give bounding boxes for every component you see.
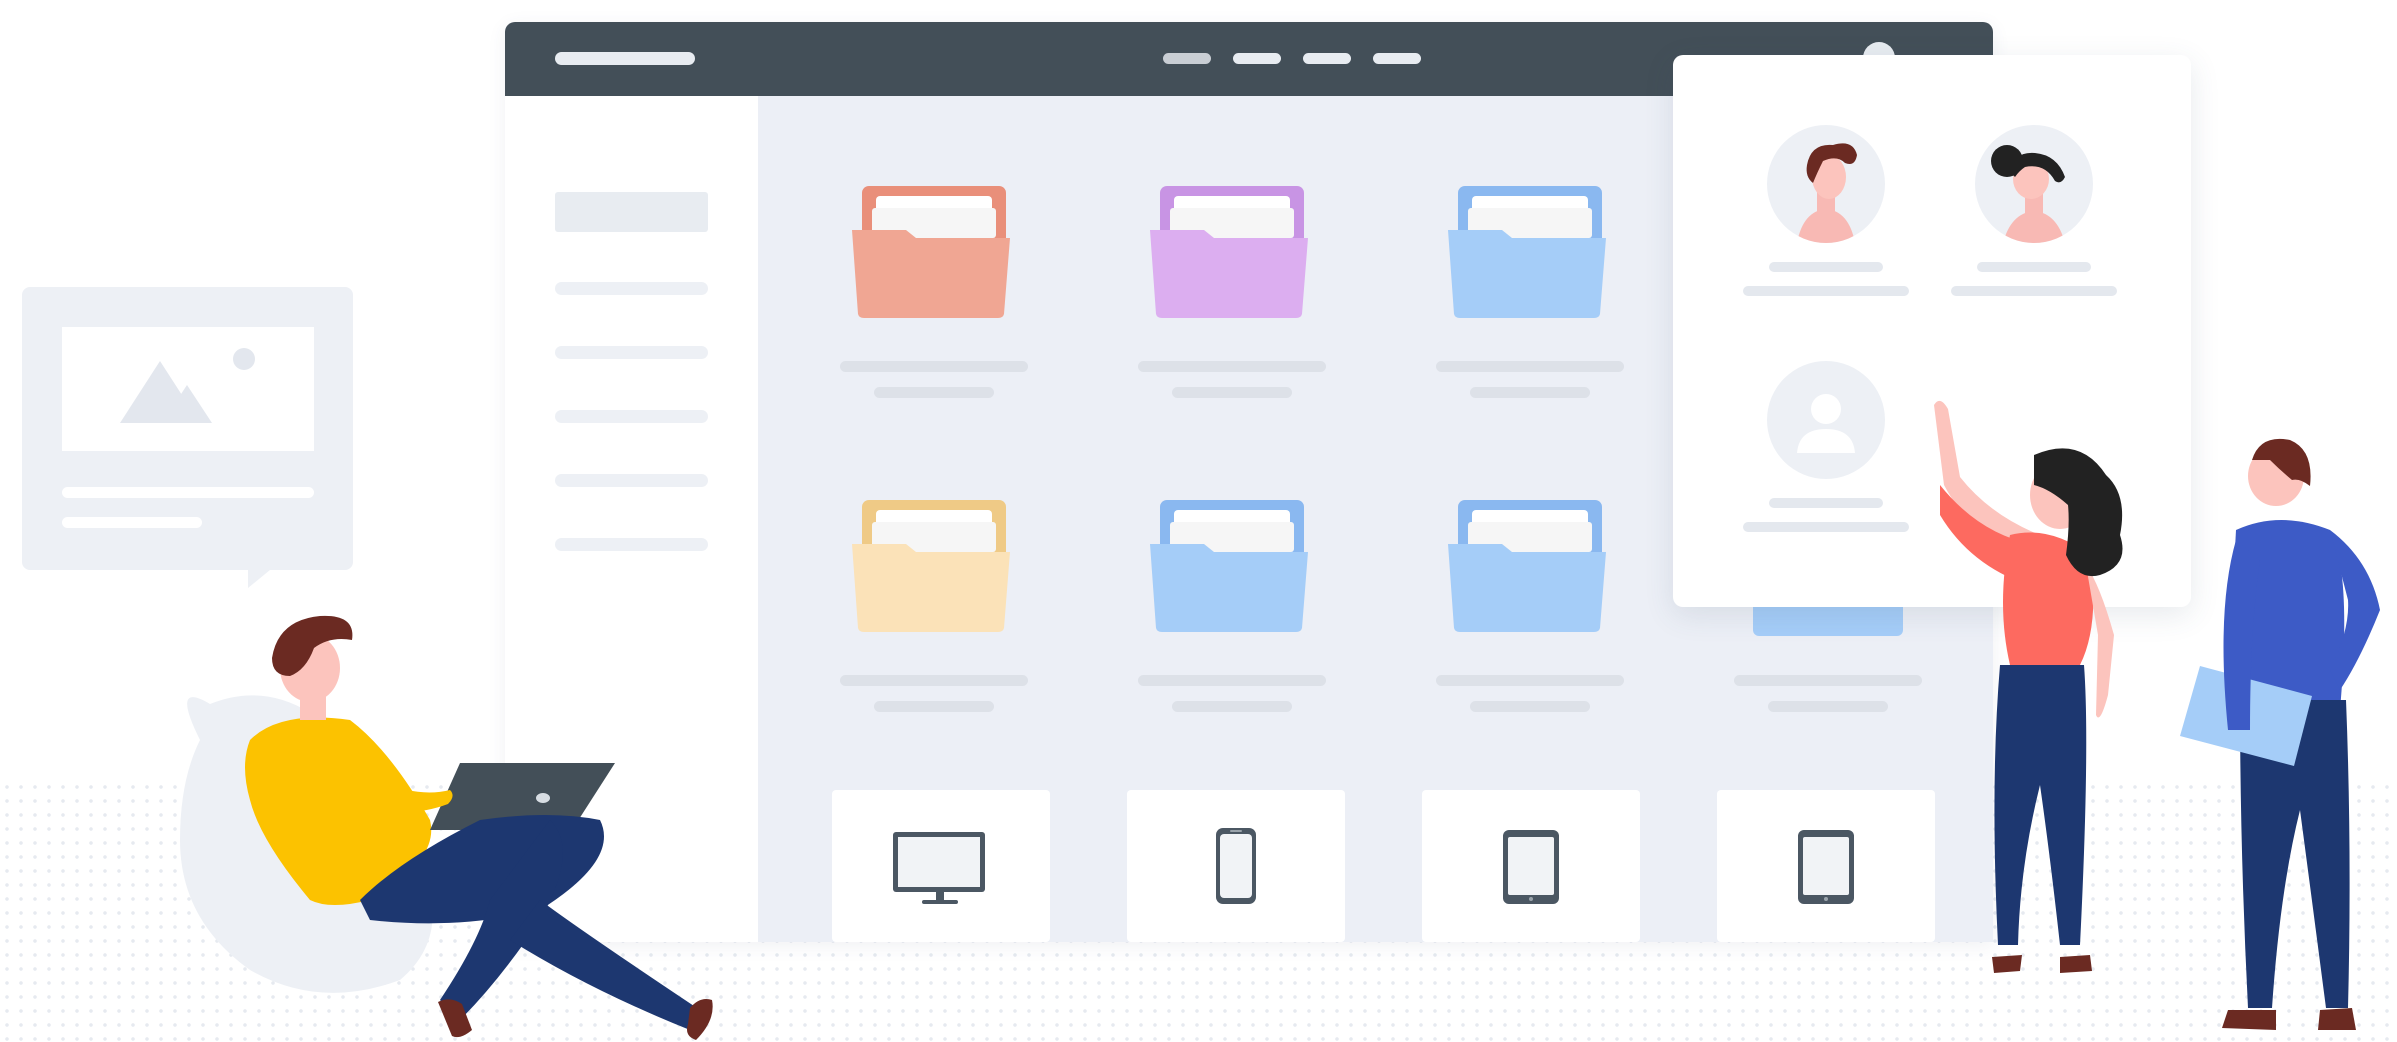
user-name — [1769, 262, 1883, 272]
folder-icon[interactable] — [1446, 500, 1610, 632]
user-avatar-placeholder[interactable] — [1767, 361, 1885, 479]
user-meta — [1743, 522, 1909, 532]
folder-name — [840, 361, 1028, 372]
user-name — [1769, 498, 1883, 508]
folder-meta — [1172, 701, 1292, 712]
folder-name — [1138, 675, 1326, 686]
landscape-icon — [120, 348, 255, 423]
man-standing-illustration — [2180, 438, 2380, 1030]
nav-item-2[interactable] — [1233, 53, 1281, 64]
woman-avatar-icon — [1991, 145, 2065, 243]
folder-icon[interactable] — [850, 186, 1014, 318]
user-meta — [1743, 286, 1909, 296]
app-title-placeholder — [555, 52, 695, 65]
man-with-laptop-illustration — [180, 615, 713, 1040]
man-avatar-icon — [1797, 143, 1857, 243]
folder-meta — [874, 387, 994, 398]
folder-meta — [1768, 701, 1888, 712]
user-avatar-woman[interactable] — [1975, 125, 2093, 243]
folder-meta — [1470, 387, 1590, 398]
folder-icon[interactable] — [1148, 500, 1312, 632]
user-placeholder-icon — [1797, 394, 1855, 453]
sidebar-item-active[interactable] — [555, 192, 708, 232]
device-card-tablet[interactable] — [1422, 790, 1640, 942]
folder-name — [1138, 361, 1326, 372]
caption-line-1 — [62, 487, 314, 498]
sidebar-item[interactable] — [555, 410, 708, 423]
folder-icon[interactable] — [1446, 186, 1610, 318]
folder-meta — [1470, 701, 1590, 712]
nav-item-4[interactable] — [1373, 53, 1421, 64]
sidebar-item[interactable] — [555, 282, 708, 295]
monitor-icon — [893, 832, 985, 904]
folder-icon[interactable] — [1148, 186, 1312, 318]
user-name — [1977, 262, 2091, 272]
sidebar-item[interactable] — [555, 474, 708, 487]
image-placeholder — [62, 327, 314, 451]
folder-name — [1734, 675, 1922, 686]
folder-icon[interactable] — [850, 500, 1014, 632]
nav-item-1[interactable] — [1163, 53, 1211, 64]
nav-item-3[interactable] — [1303, 53, 1351, 64]
device-card-phone[interactable] — [1127, 790, 1345, 942]
sidebar-item[interactable] — [555, 346, 708, 359]
folder-meta — [874, 701, 994, 712]
woman-pointing-illustration — [1934, 400, 2123, 973]
device-card-monitor[interactable] — [832, 790, 1050, 942]
folder-icon[interactable] — [1753, 606, 1903, 636]
phone-icon — [1216, 828, 1256, 904]
image-preview-card — [22, 287, 353, 588]
tablet-icon — [1503, 830, 1559, 904]
caption-line-2 — [62, 517, 202, 528]
folder-meta — [1172, 387, 1292, 398]
user-avatar-man[interactable] — [1767, 125, 1885, 243]
folder-name — [840, 675, 1028, 686]
user-meta — [1951, 286, 2117, 296]
speech-tail — [248, 570, 270, 588]
folder-name — [1436, 361, 1624, 372]
folder-name — [1436, 675, 1624, 686]
sidebar-item[interactable] — [555, 538, 708, 551]
